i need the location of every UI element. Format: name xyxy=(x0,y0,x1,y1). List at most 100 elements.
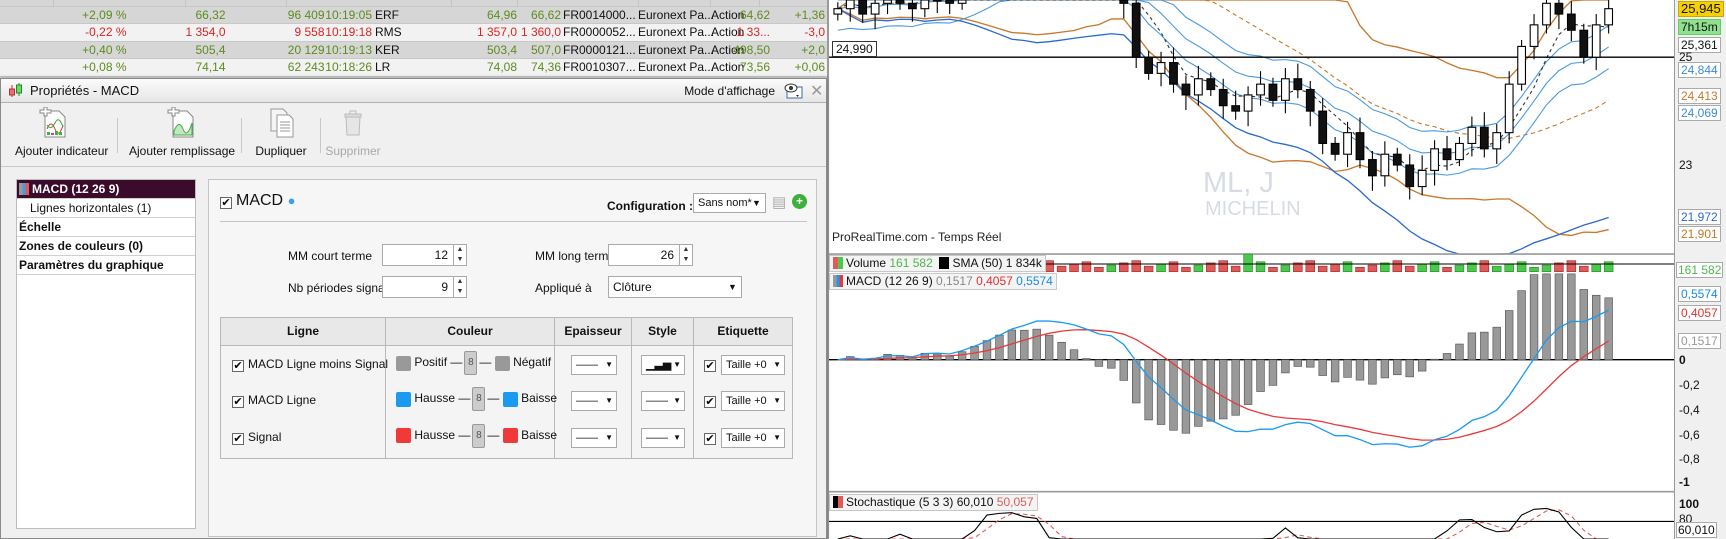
color-swatch[interactable] xyxy=(494,355,510,371)
configuration-label: Configuration : xyxy=(607,199,693,213)
volume-bar xyxy=(1591,263,1601,273)
color-swatch[interactable] xyxy=(502,428,518,444)
nav-item-chart-params[interactable]: Paramètres du graphique xyxy=(17,256,195,275)
macd-histogram-bar xyxy=(1355,359,1365,381)
volume-bar xyxy=(1305,260,1315,273)
duplicate-button[interactable]: Dupliquer xyxy=(250,107,312,158)
candle-body xyxy=(1455,142,1464,161)
comment-bubble-icon[interactable]: ● xyxy=(288,193,296,208)
volume-bar xyxy=(1541,264,1552,273)
thickness-select[interactable]: —— ▼ xyxy=(571,355,617,375)
cell-pct: +2,09 % xyxy=(82,7,127,22)
macd-histogram-bar xyxy=(1256,359,1265,392)
thickness-select[interactable]: —— ▼ xyxy=(571,427,617,448)
table-row[interactable]: +2,09 % 66,32 96 409 10:19:05 ERF 64,96 66,62 F… xyxy=(0,6,827,25)
cell-ticker: KER xyxy=(375,42,400,57)
display-mode-eye-icon[interactable] xyxy=(784,82,804,100)
toolbar-separator xyxy=(117,118,118,153)
candle-body xyxy=(1193,78,1203,96)
display-mode-label[interactable]: Mode d'affichage xyxy=(684,84,775,98)
volume-bar xyxy=(1479,260,1490,273)
macd-histogram-bar xyxy=(1455,343,1464,361)
link-colors-icon[interactable]: 8 xyxy=(464,351,478,375)
chart-area[interactable]: ML, J MICHELIN 24,990 ProRealTime.com - … xyxy=(827,0,1726,539)
label-checkbox[interactable]: ✔ xyxy=(704,393,720,409)
candle-body xyxy=(1256,83,1265,96)
cell-ask: 507,0 xyxy=(530,42,561,57)
label-size-select[interactable]: Taille +0 ▼ xyxy=(721,427,785,448)
save-icon[interactable]: ▤ xyxy=(772,193,786,211)
style-select[interactable]: ▁▃▅ ▼ xyxy=(641,355,685,375)
volume-bar xyxy=(1330,263,1340,273)
candle-body xyxy=(932,0,942,2)
line-visible-checkbox[interactable]: ✔ Signal xyxy=(232,430,281,445)
table-row[interactable]: +0,08 % 74,14 62 243 10:18:26 LR 74,08 74,36 FR… xyxy=(0,59,827,77)
line-visible-checkbox[interactable]: ✔ MACD Ligne xyxy=(232,393,316,409)
candle-body xyxy=(1305,88,1315,112)
nav-item-scale[interactable]: Échelle xyxy=(17,218,195,237)
add-indicator-button[interactable]: Ajouter indicateur xyxy=(15,107,108,158)
cell-prev: 73,56 xyxy=(739,60,770,75)
macd-histogram-bar xyxy=(1542,273,1551,361)
applied-to-select[interactable]: Clôture ▼ xyxy=(608,276,742,298)
column-header: Ligne xyxy=(221,318,386,346)
cell-last: 505,4 xyxy=(195,42,226,57)
dialog-title-bar[interactable]: Propriétés - MACD Mode d'affichage ✕ xyxy=(1,79,826,103)
stoch-k-line xyxy=(837,507,1609,539)
add-config-icon[interactable]: + xyxy=(792,194,807,209)
short-ma-stepper[interactable]: 12 ▲ ▼ xyxy=(382,244,467,266)
macd-histogram-bar xyxy=(1293,359,1303,367)
color-swatch[interactable] xyxy=(396,355,411,371)
sma-label: SMA (50) xyxy=(952,256,1003,270)
line-visible-checkbox[interactable]: ✔ MACD Ligne moins Signal xyxy=(232,357,388,372)
volume-legend[interactable]: Volume 161 582 SMA (50) 1 834k xyxy=(829,255,1046,272)
style-select[interactable]: —— ▼ xyxy=(641,427,685,448)
macd-histogram-bar xyxy=(1343,359,1352,378)
label-size-select[interactable]: Taille +0 ▼ xyxy=(721,355,785,375)
long-ma-value: 26 xyxy=(660,248,674,262)
cell-time: 10:19:13 xyxy=(325,42,372,57)
indicator-name: MACD xyxy=(236,192,284,209)
table-row[interactable]: +0,40 % 505,4 20 129 10:19:13 KER 503,4 507,0 F… xyxy=(0,41,827,60)
candle-body xyxy=(1591,24,1601,58)
label-checkbox[interactable]: ✔ xyxy=(704,430,720,445)
signal-periods-value: 9 xyxy=(441,280,448,294)
add-fill-button[interactable]: Ajouter remplissage xyxy=(129,107,235,158)
watermark-code: ML, J xyxy=(1203,167,1274,199)
label-checkbox[interactable]: ✔ xyxy=(704,357,720,372)
long-ma-stepper[interactable]: 26 ▲ ▼ xyxy=(608,244,693,266)
price-axis[interactable]: 25,945 7h15m 25,361 25 24,844 24,413 24,… xyxy=(1674,0,1726,539)
table-row[interactable] xyxy=(0,0,827,7)
line-name: MACD Ligne moins Signal xyxy=(248,357,389,371)
thickness-select[interactable]: —— ▼ xyxy=(571,391,617,412)
candle-body xyxy=(1492,132,1502,150)
nav-item-horizontal-lines[interactable]: Lignes horizontales (1) xyxy=(17,199,195,218)
color-swatch[interactable] xyxy=(396,391,411,407)
signal-periods-label: Nb périodes signal xyxy=(288,281,388,295)
nav-item-macd[interactable]: MACD (12 26 9) xyxy=(17,180,195,199)
table-row[interactable]: -0,22 % 1 354,0 9 558 10:19:18 RMS 1 357,0 1 3… xyxy=(0,24,827,42)
cell-market: Euronext Pa... xyxy=(638,7,715,22)
axis-tick: -1 xyxy=(1679,475,1690,489)
color-swatch[interactable] xyxy=(396,428,411,444)
configuration-select[interactable]: Sans nom* ▼ xyxy=(693,193,766,213)
cell-change: +2,0 xyxy=(801,42,825,57)
stoch-legend[interactable]: Stochastique (5 3 3) 60,010 50,057 xyxy=(829,494,1038,511)
link-colors-icon[interactable]: 8 xyxy=(472,423,486,448)
label-size-select[interactable]: Taille +0 ▼ xyxy=(721,391,785,412)
configuration-value: Sans nom* xyxy=(698,197,752,209)
delete-button[interactable]: Supprimer xyxy=(322,107,384,158)
signal-periods-stepper[interactable]: 9 ▲ ▼ xyxy=(382,276,467,298)
close-icon[interactable]: ✕ xyxy=(810,81,823,101)
color-swatch[interactable] xyxy=(502,391,518,407)
macd-histogram-bar xyxy=(1393,359,1402,376)
applied-to-value: Clôture xyxy=(613,280,652,294)
candle-body xyxy=(1442,148,1452,161)
label-size-value: Taille +0 xyxy=(726,395,767,408)
indicator-enabled-checkbox[interactable]: ✔ MACD ● xyxy=(220,192,295,210)
link-colors-icon[interactable]: 8 xyxy=(472,387,486,412)
macd-legend[interactable]: MACD (12 26 9) 0,1517 0,4057 0,5574 xyxy=(829,273,1057,290)
macd-histogram-bar xyxy=(1132,359,1141,404)
nav-item-color-zones[interactable]: Zones de couleurs (0) xyxy=(17,237,195,256)
style-select[interactable]: —— ▼ xyxy=(641,391,685,412)
